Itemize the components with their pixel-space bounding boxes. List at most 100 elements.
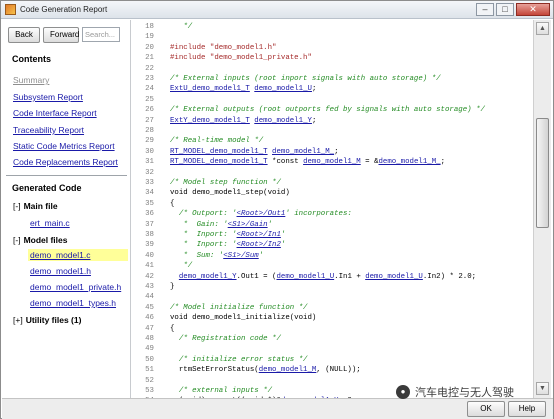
watermark-text: 汽车电控与无人驾驶	[415, 387, 514, 399]
line-number: 48	[145, 335, 154, 343]
file-link-demo-model1-h[interactable]: demo_model1.h	[28, 265, 93, 277]
line-number: 27	[145, 116, 154, 125]
line-number: 50	[145, 355, 154, 364]
code-text: */	[170, 23, 193, 31]
code-line: 18 */	[132, 22, 192, 32]
code-line: 48 /* Registration code */	[132, 334, 281, 344]
main-file-label: Main file	[23, 201, 58, 211]
code-line: 37 * Gain: '<S1>/Gain'	[132, 220, 272, 230]
model-files-label: Model files	[23, 235, 68, 245]
generated-code-heading: Generated Code	[12, 183, 82, 193]
line-number: 18	[145, 23, 154, 31]
code-line: 35 {	[132, 199, 174, 209]
file-link-demo-model1-types-h[interactable]: demo_model1_types.h	[28, 297, 118, 309]
line-number: 36	[145, 210, 154, 219]
code-line: 47 {	[132, 324, 174, 334]
forward-button[interactable]: Forward	[43, 27, 79, 43]
code-interface-report-link[interactable]: Code Interface Report	[13, 108, 97, 118]
code-line: 22	[132, 64, 170, 74]
code-text: RT_MODEL_demo_model1_T *const demo_model…	[170, 158, 446, 167]
subsystem-report-link[interactable]: Subsystem Report	[13, 92, 83, 102]
vertical-scrollbar[interactable]: ▲ ▼	[533, 20, 551, 398]
line-number: 20	[145, 43, 154, 52]
utility-files-group[interactable]: [+] Utility files (1)	[13, 315, 81, 325]
code-line: 31 RT_MODEL_demo_model1_T *const demo_mod…	[132, 157, 445, 167]
code-line: 39 * Inport: '<Root>/In2'	[132, 240, 285, 250]
nav-toolbar: Back Forward Search...	[8, 27, 120, 43]
search-input[interactable]: Search...	[82, 27, 120, 42]
code-line: 34 void demo_model1_step(void)	[132, 188, 290, 198]
code-line: 49	[132, 344, 170, 354]
summary-link[interactable]: Summary	[13, 75, 49, 85]
traceability-report-link[interactable]: Traceability Report	[13, 125, 84, 135]
static-code-metrics-report-link[interactable]: Static Code Metrics Report	[13, 141, 115, 151]
code-text: void demo_model1_initialize(void)	[170, 314, 317, 323]
code-line: 19	[132, 32, 170, 42]
code-text: ExtY_demo_model1_T demo_model1_Y;	[170, 116, 317, 125]
line-number: 24	[145, 85, 154, 94]
code-line: 24 ExtU_demo_model1_T demo_model1_U;	[132, 84, 316, 94]
title-bar: Code Generation Report – □ ✕	[1, 1, 553, 19]
file-link-demo-model1-private-h[interactable]: demo_model1_private.h	[28, 281, 123, 293]
model-files-group[interactable]: [-] Model files	[13, 235, 68, 245]
expand-toggle[interactable]: [+]	[13, 315, 23, 325]
code-text: */	[170, 262, 193, 271]
back-button[interactable]: Back	[8, 27, 40, 43]
window-controls: – □ ✕	[476, 3, 550, 16]
line-number: 31	[145, 158, 154, 167]
line-number: 49	[145, 345, 154, 354]
code-line: 29 /* Real-time model */	[132, 136, 263, 146]
line-number: 22	[145, 64, 154, 73]
code-line: 28	[132, 126, 170, 136]
line-number: 21	[145, 54, 154, 63]
line-number: 26	[145, 106, 154, 115]
watermark: ● 汽车电控与无人驾驶	[396, 384, 514, 400]
code-text: {	[170, 199, 175, 208]
line-number: 52	[145, 376, 154, 385]
line-number: 30	[145, 147, 154, 156]
dialog-button-bar: OK Help	[2, 398, 553, 419]
collapse-toggle[interactable]: [-]	[13, 201, 21, 211]
line-number: 23	[145, 75, 154, 83]
code-text: {	[170, 324, 175, 333]
code-line: 42 demo_model1_Y.Out1 = (demo_model1_U.I…	[132, 272, 476, 282]
code-line: 51 rtmSetErrorStatus(demo_model1_M, (NUL…	[132, 365, 361, 375]
scroll-down-arrow-icon[interactable]: ▼	[536, 382, 549, 395]
line-number: 34	[145, 189, 154, 198]
line-number: 47	[145, 324, 154, 333]
code-line: 32	[132, 168, 170, 178]
line-number: 25	[145, 95, 154, 104]
code-line: 50 /* initialize error status */	[132, 355, 307, 365]
maximize-button[interactable]: □	[496, 3, 514, 16]
ok-button[interactable]: OK	[467, 401, 505, 417]
code-text: /* Registration code */	[170, 335, 281, 343]
scroll-up-arrow-icon[interactable]: ▲	[536, 22, 549, 35]
code-text: #include "demo_model1.h"	[170, 43, 277, 52]
contents-heading: Contents	[12, 54, 51, 64]
code-text: /* Real-time model */	[170, 137, 264, 146]
line-number: 32	[145, 168, 154, 177]
code-text: }	[170, 283, 175, 291]
code-listing: 18 */19 20 #include "demo_model1.h" 21 #incl…	[132, 20, 533, 398]
code-text: #include "demo_model1_private.h"	[170, 54, 312, 63]
code-replacements-report-link[interactable]: Code Replacements Report	[13, 157, 118, 167]
code-text: /* Model initialize function */	[170, 303, 308, 312]
collapse-toggle[interactable]: [-]	[13, 235, 21, 245]
close-button[interactable]: ✕	[516, 3, 550, 16]
help-button[interactable]: Help	[508, 401, 546, 417]
code-line: 40 * Sum: '<S1>/Sum'	[132, 251, 263, 261]
utility-files-label: Utility files (1)	[25, 315, 82, 325]
line-number: 37	[145, 220, 154, 229]
code-text: /* External outputs (root outports fed b…	[170, 106, 485, 115]
scrollbar-thumb[interactable]	[536, 118, 549, 228]
file-link-ert-main-c[interactable]: ert_main.c	[28, 217, 72, 229]
code-line: 25	[132, 95, 170, 105]
file-link-demo-model1-c[interactable]: demo_model1.c	[28, 249, 128, 261]
main-file-group[interactable]: [-] Main file	[13, 201, 58, 211]
code-line: 27 ExtY_demo_model1_T demo_model1_Y;	[132, 116, 316, 126]
matlab-app-icon	[5, 4, 16, 15]
code-text: rtmSetErrorStatus(demo_model1_M, (NULL))…	[170, 366, 361, 375]
minimize-button[interactable]: –	[476, 3, 494, 16]
line-number: 19	[145, 33, 154, 42]
window-title: Code Generation Report	[20, 5, 108, 14]
